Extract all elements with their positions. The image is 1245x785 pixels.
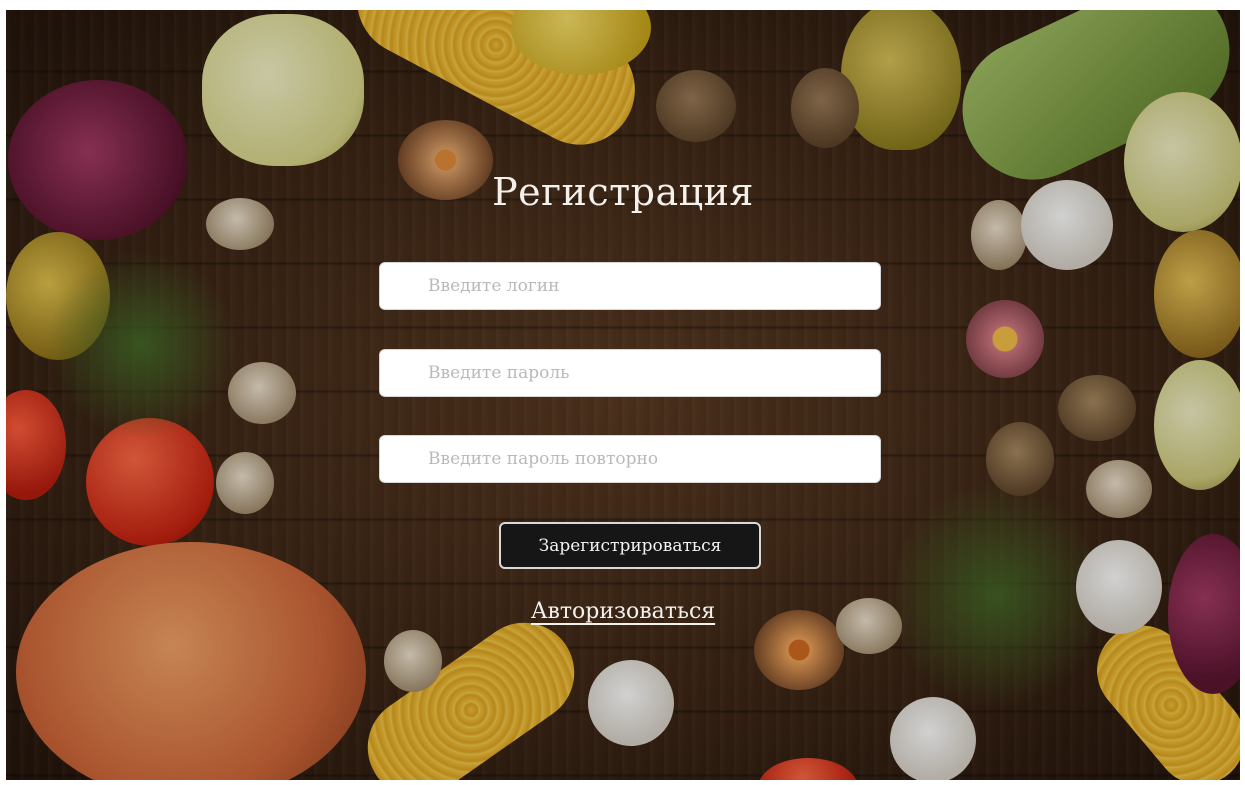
- login-link[interactable]: Авторизоваться: [6, 599, 1240, 624]
- password-repeat-input[interactable]: [379, 435, 881, 483]
- register-button-label: Зарегистрироваться: [538, 535, 722, 556]
- page-background: Регистрация Зарегистрироваться Авторизов…: [6, 10, 1240, 780]
- register-button[interactable]: Зарегистрироваться: [499, 522, 761, 569]
- page-title: Регистрация: [492, 170, 754, 214]
- password-input[interactable]: [379, 349, 881, 397]
- login-input[interactable]: [379, 262, 881, 310]
